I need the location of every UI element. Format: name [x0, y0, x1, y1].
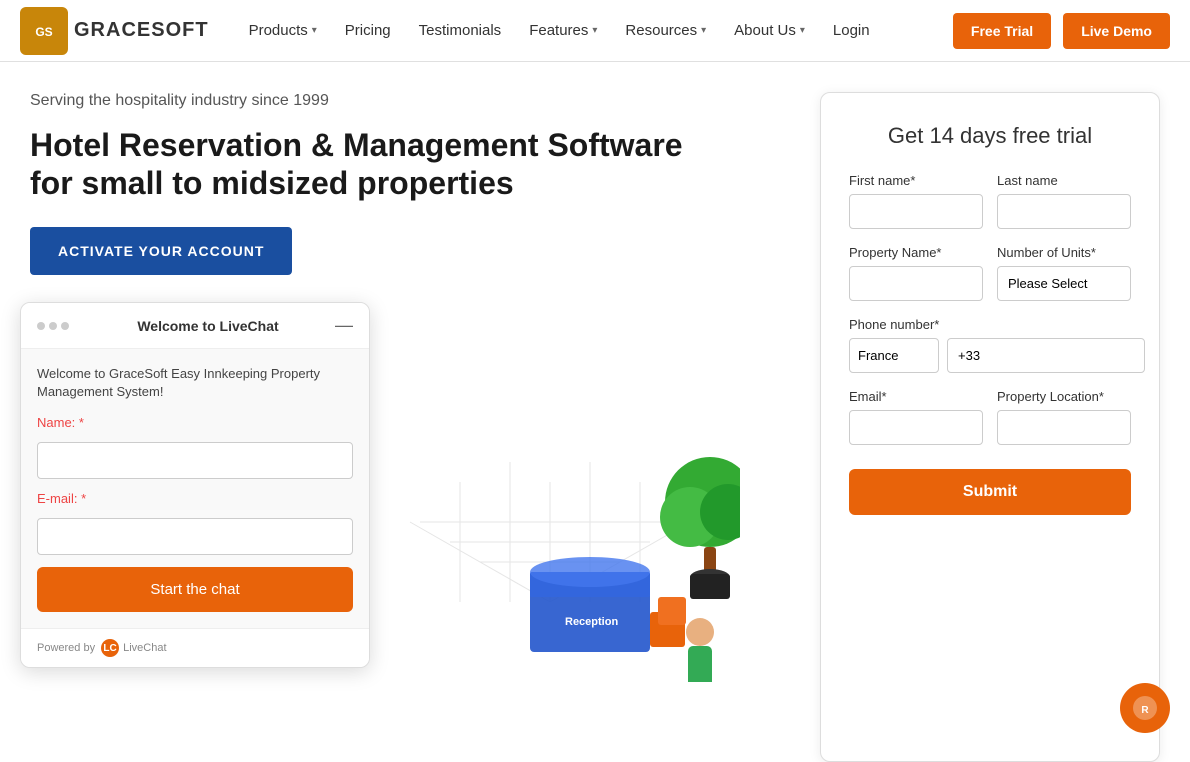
last-name-group: Last name	[997, 173, 1131, 229]
units-select[interactable]: Please Select 1-10 11-25 26-50 51-100 10…	[997, 266, 1131, 301]
property-name-input[interactable]	[849, 266, 983, 301]
svg-text:Reception: Reception	[565, 616, 618, 628]
phone-group: Phone number*	[849, 317, 1131, 373]
nav-item-login[interactable]: Login	[833, 22, 870, 39]
email-label: E-mail: *	[37, 491, 353, 506]
nav-item-testimonials[interactable]: Testimonials	[419, 22, 502, 39]
location-input[interactable]	[997, 410, 1131, 445]
activate-account-button[interactable]: ACTIVATE YOUR ACCOUNT	[30, 227, 292, 275]
free-trial-button[interactable]: Free Trial	[953, 13, 1051, 49]
livechat-dots	[37, 322, 69, 330]
name-required-star: *	[79, 415, 84, 430]
trial-form: Get 14 days free trial First name* Last …	[820, 92, 1160, 762]
chevron-down-icon: ▾	[312, 25, 317, 36]
phone-label: Phone number*	[849, 317, 1131, 332]
nav-item-about-us[interactable]: About Us ▾	[734, 22, 805, 39]
minimize-icon[interactable]: —	[335, 315, 353, 336]
chevron-down-icon: ▾	[592, 25, 597, 36]
last-name-input[interactable]	[997, 194, 1131, 229]
livechat-header: Welcome to LiveChat —	[21, 303, 369, 349]
revain-badge[interactable]: R	[1120, 683, 1170, 733]
phone-row	[849, 338, 1131, 373]
units-label: Number of Units*	[997, 245, 1131, 260]
phone-country-input[interactable]	[849, 338, 939, 373]
live-demo-button[interactable]: Live Demo	[1063, 13, 1170, 49]
name-field-group: Name: *	[37, 415, 353, 491]
livechat-welcome-text: Welcome to GraceSoft Easy Innkeeping Pro…	[37, 365, 353, 401]
first-name-label: First name*	[849, 173, 983, 188]
livechat-body: Welcome to GraceSoft Easy Innkeeping Pro…	[21, 349, 369, 628]
nav-item-features[interactable]: Features ▾	[529, 22, 597, 39]
illustration: Reception	[360, 282, 740, 682]
nav-links: Products ▾ Pricing Testimonials Features…	[249, 22, 953, 39]
email-label-form: Email*	[849, 389, 983, 404]
logo-icon: GS	[20, 7, 68, 55]
first-name-group: First name*	[849, 173, 983, 229]
units-select-wrapper: Please Select 1-10 11-25 26-50 51-100 10…	[997, 266, 1131, 301]
livechat-name-input[interactable]	[37, 442, 353, 479]
livechat-dot-2	[49, 322, 57, 330]
property-name-label: Property Name*	[849, 245, 983, 260]
first-name-input[interactable]	[849, 194, 983, 229]
property-name-group: Property Name*	[849, 245, 983, 301]
email-required-star: *	[81, 491, 86, 506]
tagline: Serving the hospitality industry since 1…	[30, 92, 710, 110]
livechat-dot-1	[37, 322, 45, 330]
svg-text:GS: GS	[35, 25, 52, 39]
chevron-down-icon: ▾	[800, 25, 805, 36]
email-input[interactable]	[849, 410, 983, 445]
livechat-dot-3	[61, 322, 69, 330]
nav-item-resources[interactable]: Resources ▾	[625, 22, 706, 39]
livechat-title: Welcome to LiveChat	[81, 318, 335, 334]
main-content: Serving the hospitality industry since 1…	[0, 62, 1190, 762]
last-name-label: Last name	[997, 173, 1131, 188]
nav-item-pricing[interactable]: Pricing	[345, 22, 391, 39]
livechat-email-input[interactable]	[37, 518, 353, 555]
livechat-logo-icon: LC	[101, 639, 119, 657]
submit-button[interactable]: Submit	[849, 469, 1131, 515]
location-group: Property Location*	[997, 389, 1131, 445]
name-row: First name* Last name	[849, 173, 1131, 229]
email-field-group: E-mail: *	[37, 491, 353, 567]
start-chat-button[interactable]: Start the chat	[37, 567, 353, 612]
name-label: Name: *	[37, 415, 353, 430]
navbar: GS GRACESOFT Products ▾ Pricing Testimon…	[0, 0, 1190, 62]
svg-text:R: R	[1141, 705, 1149, 716]
units-group: Number of Units* Please Select 1-10 11-2…	[997, 245, 1131, 301]
nav-right: Free Trial Live Demo	[953, 13, 1170, 49]
form-title: Get 14 days free trial	[849, 123, 1131, 149]
nav-item-products[interactable]: Products ▾	[249, 22, 317, 39]
location-label: Property Location*	[997, 389, 1131, 404]
logo-text: GRACESOFT	[74, 19, 209, 42]
property-row: Property Name* Number of Units* Please S…	[849, 245, 1131, 301]
hero-title: Hotel Reservation & Management Software …	[30, 126, 710, 203]
email-group: Email*	[849, 389, 983, 445]
chevron-down-icon: ▾	[701, 25, 706, 36]
livechat-brand-logo: LC LiveChat	[101, 639, 166, 657]
contact-row: Email* Property Location*	[849, 389, 1131, 445]
phone-number-input[interactable]	[947, 338, 1145, 373]
logo[interactable]: GS GRACESOFT	[20, 7, 209, 55]
livechat-widget: Welcome to LiveChat — Welcome to GraceSo…	[20, 302, 370, 668]
livechat-footer: Powered by LC LiveChat	[21, 628, 369, 667]
